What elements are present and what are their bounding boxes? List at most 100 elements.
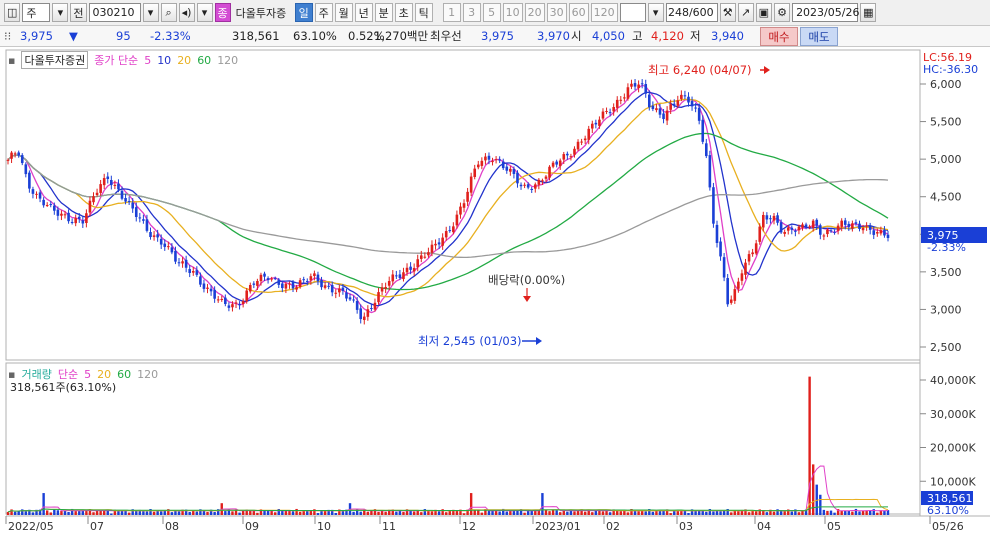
interval-3[interactable]: 3 <box>462 3 481 22</box>
prev-button[interactable]: 전 <box>70 3 87 22</box>
stock-chart[interactable]: 6,0005,5005,0004,5004,0003,5003,0002,500… <box>0 47 990 542</box>
candle-body <box>224 297 227 305</box>
candle-body <box>662 113 665 120</box>
open-price: 4,050 <box>592 29 625 43</box>
volume-bar <box>737 511 740 515</box>
code-dropdown-icon[interactable]: ▾ <box>142 3 159 22</box>
candle-body <box>854 222 858 224</box>
date-input[interactable]: 2023/05/26 <box>792 3 859 22</box>
candle-body <box>754 243 758 254</box>
candle-body <box>501 161 505 169</box>
search-icon[interactable]: ⌕ <box>160 3 177 22</box>
chart-tools-icon[interactable]: ⚒ <box>719 3 736 22</box>
date-tick-label: 03 <box>679 520 693 533</box>
candle-body <box>509 168 512 172</box>
volume-bar <box>249 510 252 515</box>
candle-body <box>786 227 790 231</box>
candle-body <box>259 274 263 282</box>
volume-bar <box>224 511 227 515</box>
candle-body <box>42 199 45 206</box>
candle-body <box>184 259 188 268</box>
volume-bar <box>412 511 416 515</box>
volume-bar <box>829 510 833 515</box>
sell-button[interactable]: 매도 <box>800 27 838 46</box>
candle-body <box>316 274 320 282</box>
tab-second[interactable]: 초 <box>394 3 413 22</box>
volume-bar <box>480 512 484 515</box>
volume-bar <box>719 511 722 515</box>
candle-body <box>167 246 170 248</box>
volume-bar <box>530 510 533 515</box>
volume-bar <box>53 509 56 515</box>
volume-bar <box>152 511 156 515</box>
custom-interval-input[interactable] <box>619 3 646 22</box>
volume-bar <box>31 512 35 515</box>
candle-body <box>726 278 729 305</box>
best-bid: 3,970 <box>537 29 570 43</box>
volume-bar <box>687 512 690 515</box>
candle-body <box>630 83 633 87</box>
candle-body <box>452 226 455 233</box>
interval-30[interactable]: 30 <box>546 3 567 22</box>
save-icon[interactable]: ▣ <box>755 3 773 22</box>
volume-bar <box>384 511 387 515</box>
volume-tick-label: 20,000K <box>930 442 976 455</box>
candle-body <box>174 250 177 262</box>
tab-daily[interactable]: 일 <box>294 3 313 22</box>
price-tick-label: 4,500 <box>930 191 962 204</box>
volume-bar <box>60 511 63 515</box>
trend-icon[interactable]: ↗ <box>737 3 754 22</box>
candle-body <box>206 287 209 289</box>
candle-body <box>352 299 355 301</box>
candle-body <box>555 161 558 165</box>
candle-body <box>815 219 819 226</box>
volume-bar <box>334 512 337 515</box>
candle-body <box>459 206 462 215</box>
candle-body <box>861 228 865 231</box>
volume-value: 318,561 <box>232 29 280 43</box>
volume-bar <box>783 511 786 515</box>
calendar-icon[interactable]: ▦ <box>860 3 877 22</box>
candle-body <box>498 159 501 161</box>
tab-minute[interactable]: 분 <box>374 3 393 22</box>
volume-bar <box>462 513 466 515</box>
speaker-icon[interactable]: ◂) <box>178 3 195 22</box>
list-icon[interactable]: ▾ <box>196 3 213 22</box>
candle-body <box>85 213 88 223</box>
tab-tick[interactable]: 틱 <box>414 3 433 22</box>
tab-yearly[interactable]: 년 <box>354 3 373 22</box>
candle-body <box>145 219 149 231</box>
stock-name-legend[interactable]: 다올투자증권 <box>21 51 89 69</box>
ma-type-label: 종가 단순 <box>94 54 139 67</box>
candle-body <box>355 301 359 310</box>
buy-button[interactable]: 매수 <box>760 27 798 46</box>
interval-120[interactable]: 120 <box>590 3 618 22</box>
volume-bar <box>826 510 829 515</box>
market-select[interactable]: 주 <box>22 3 51 22</box>
interval-1[interactable]: 1 <box>442 3 461 22</box>
candle-body <box>359 308 363 320</box>
interval-dropdown-icon[interactable]: ▾ <box>647 3 664 22</box>
market-dropdown-icon[interactable]: ▾ <box>52 3 69 22</box>
chart-menu-icon[interactable]: ◫ <box>4 3 21 22</box>
volume-bar <box>170 512 174 515</box>
volume-bar <box>876 512 879 515</box>
interval-10[interactable]: 10 <box>502 3 523 22</box>
volume-bar <box>730 512 733 515</box>
volume-bar <box>455 510 459 515</box>
tab-weekly[interactable]: 주 <box>314 3 333 22</box>
volume-bar <box>576 511 580 515</box>
gear-icon[interactable]: ⚙ <box>774 3 791 22</box>
volume-bar <box>323 510 327 515</box>
candle-body <box>437 242 441 245</box>
volume-ratio: 63.10% <box>293 29 337 43</box>
candle-body <box>441 237 444 246</box>
volume-bar <box>858 511 861 515</box>
code-input[interactable]: 030210 <box>88 3 141 22</box>
tab-monthly[interactable]: 월 <box>334 3 353 22</box>
interval-20[interactable]: 20 <box>524 3 545 22</box>
candle-body <box>330 284 334 293</box>
interval-5[interactable]: 5 <box>482 3 501 22</box>
count-input[interactable]: 248/600 <box>665 3 718 22</box>
interval-60[interactable]: 60 <box>568 3 589 22</box>
